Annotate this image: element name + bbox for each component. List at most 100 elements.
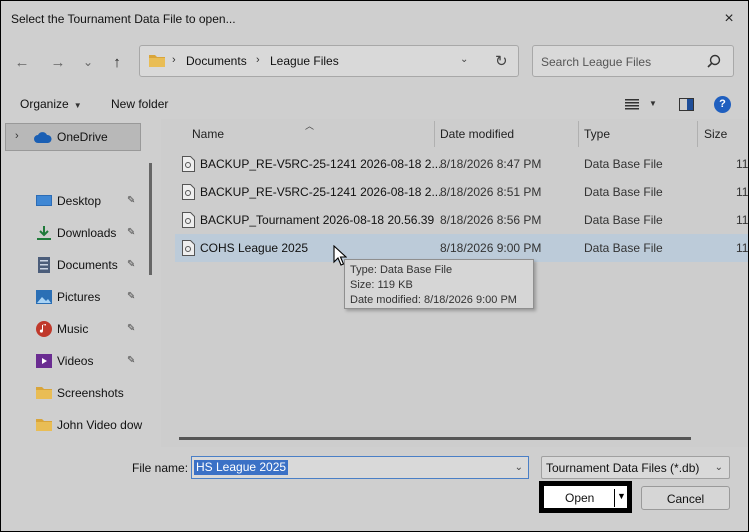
toolbar: Organize ▼ New folder ▼ ? — [1, 89, 748, 119]
pin-icon: ✎ — [127, 227, 136, 238]
file-date: 8/18/2026 8:51 PM — [440, 185, 542, 199]
column-header-size[interactable]: Size — [704, 127, 727, 141]
file-row[interactable]: BACKUP_RE-V5RC-25-1241 2026-08-18 2... 8… — [175, 150, 748, 178]
search-icon — [707, 54, 721, 68]
file-name-field[interactable]: HS League 2025 ⌄ — [191, 456, 529, 479]
file-name: BACKUP_Tournament 2026-08-18 20.56.39 — [200, 213, 435, 227]
pin-icon: ✎ — [127, 195, 136, 206]
column-header-type[interactable]: Type — [584, 127, 610, 141]
sidebar-item-label: John Video dow — [57, 418, 143, 432]
sidebar-item-onedrive[interactable]: › OneDrive — [5, 123, 141, 151]
folder-icon — [36, 419, 52, 431]
file-info-tooltip: Type: Data Base File Size: 119 KB Date m… — [344, 259, 534, 309]
search-input[interactable]: Search League Files — [532, 45, 734, 77]
file-type: Data Base File — [584, 185, 663, 199]
file-date: 8/18/2026 8:56 PM — [440, 213, 542, 227]
sidebar-item-label: Downloads — [57, 226, 117, 240]
recent-locations-button[interactable]: ⌄ — [78, 52, 98, 72]
sidebar-item-label: OneDrive — [57, 130, 108, 144]
preview-pane-icon[interactable] — [679, 98, 694, 111]
help-icon[interactable]: ? — [714, 96, 731, 113]
chevron-down-icon[interactable]: ⌄ — [515, 462, 523, 473]
folder-icon — [149, 55, 165, 67]
file-name: COHS League 2025 — [200, 241, 309, 255]
breadcrumb-separator: › — [172, 54, 176, 66]
open-button-focus-ring: Open ▼ — [539, 481, 632, 513]
up-button[interactable]: ↑ — [107, 52, 127, 72]
forward-button[interactable]: → — [48, 52, 68, 72]
file-type-value: Tournament Data Files (*.db) — [546, 461, 700, 475]
pictures-icon — [36, 290, 52, 304]
column-header-date-modified[interactable]: Date modified — [440, 127, 514, 141]
pin-icon: ✎ — [127, 259, 136, 270]
horizontal-scrollbar[interactable] — [179, 437, 691, 440]
file-name: BACKUP_RE-V5RC-25-1241 2026-08-18 2... — [200, 157, 442, 171]
file-name: BACKUP_RE-V5RC-25-1241 2026-08-18 2... — [200, 185, 442, 199]
sidebar-item-pictures[interactable]: Pictures ✎ — [1, 283, 159, 311]
mouse-cursor-icon — [333, 245, 347, 266]
pin-icon: ✎ — [127, 323, 136, 334]
database-file-icon — [182, 184, 195, 200]
file-type-select[interactable]: Tournament Data Files (*.db) ⌄ — [541, 456, 730, 479]
file-size: 11 — [736, 213, 749, 227]
title-bar: Select the Tournament Data File to open.… — [1, 1, 748, 37]
column-header-name[interactable]: Name — [192, 127, 224, 141]
pin-icon: ✎ — [127, 291, 136, 302]
tooltip-date: Date modified: 8/18/2026 9:00 PM — [350, 294, 517, 306]
navigation-bar: ← → ⌄ ↑ › Documents › League Files ⌄ ↻ S… — [1, 39, 748, 85]
sort-ascending-icon: ︿ — [305, 121, 315, 131]
file-size: 11 — [736, 241, 749, 255]
database-file-icon — [182, 212, 195, 228]
address-bar[interactable]: › Documents › League Files ⌄ ↻ — [139, 45, 519, 77]
sidebar-item-desktop[interactable]: Desktop ✎ — [1, 187, 159, 215]
chevron-down-icon: ▼ — [73, 101, 82, 110]
file-name-label: File name: — [132, 461, 189, 475]
new-folder-button[interactable]: New folder — [111, 97, 168, 111]
sidebar-item-john-video-downloads[interactable]: John Video dow — [1, 411, 159, 439]
sidebar-item-label: Screenshots — [57, 386, 124, 400]
close-button[interactable]: × — [718, 9, 740, 29]
sidebar-item-videos[interactable]: Videos ✎ — [1, 347, 159, 375]
pin-icon: ✎ — [127, 355, 136, 366]
sidebar-item-music[interactable]: Music ✎ — [1, 315, 159, 343]
tooltip-type: Type: Data Base File — [350, 264, 453, 276]
sidebar-item-documents[interactable]: Documents ✎ — [1, 251, 159, 279]
file-row[interactable]: BACKUP_RE-V5RC-25-1241 2026-08-18 2... 8… — [175, 178, 748, 206]
sidebar-item-screenshots[interactable]: Screenshots — [1, 379, 159, 407]
file-date: 8/18/2026 8:47 PM — [440, 157, 542, 171]
column-divider[interactable] — [578, 121, 579, 147]
chevron-right-icon[interactable]: › — [15, 130, 19, 142]
sidebar-item-label: Pictures — [57, 290, 101, 304]
folder-icon — [36, 387, 52, 399]
file-row-selected[interactable]: COHS League 2025 8/18/2026 9:00 PM Data … — [175, 234, 748, 262]
column-divider[interactable] — [697, 121, 698, 147]
documents-icon — [38, 257, 50, 273]
view-dropdown-icon[interactable]: ▼ — [649, 99, 657, 108]
dialog-title: Select the Tournament Data File to open.… — [11, 12, 236, 26]
address-dropdown-icon[interactable]: ⌄ — [460, 54, 468, 65]
refresh-button[interactable]: ↻ — [495, 52, 508, 70]
file-name-value: HS League 2025 — [194, 460, 289, 475]
open-button-label: Open — [565, 491, 595, 505]
column-divider[interactable] — [434, 121, 435, 147]
open-button[interactable]: Open ▼ — [543, 485, 628, 509]
file-type: Data Base File — [584, 157, 663, 171]
file-open-dialog: Select the Tournament Data File to open.… — [0, 0, 749, 532]
file-row[interactable]: BACKUP_Tournament 2026-08-18 20.56.39 8/… — [175, 206, 748, 234]
breadcrumb-league-files[interactable]: League Files — [270, 54, 339, 68]
file-size: 11 — [736, 157, 749, 171]
open-dropdown-icon[interactable]: ▼ — [617, 491, 626, 501]
chevron-down-icon[interactable]: ⌄ — [715, 462, 723, 473]
organize-button[interactable]: Organize ▼ — [20, 97, 82, 111]
breadcrumb-documents[interactable]: Documents — [186, 54, 247, 68]
sidebar-item-downloads[interactable]: Downloads ✎ — [1, 219, 159, 247]
file-type: Data Base File — [584, 213, 663, 227]
cancel-button-label: Cancel — [666, 492, 705, 506]
file-date: 8/18/2026 9:00 PM — [440, 241, 542, 255]
view-options-icon[interactable] — [625, 99, 639, 110]
cancel-button[interactable]: Cancel — [641, 486, 730, 510]
sidebar-item-label: Music — [57, 322, 89, 336]
back-button[interactable]: ← — [12, 52, 32, 72]
music-icon — [36, 321, 52, 337]
navigation-pane: › OneDrive Desktop ✎ Downloads ✎ Documen… — [1, 119, 159, 447]
